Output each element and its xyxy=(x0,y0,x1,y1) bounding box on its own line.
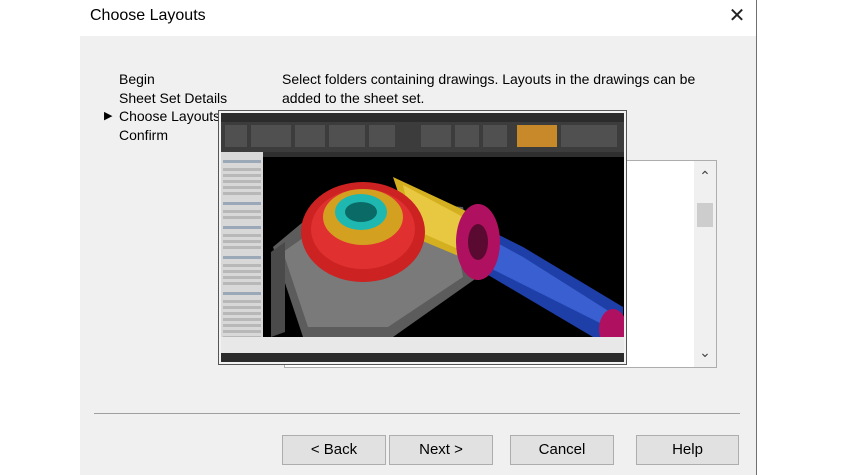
scroll-up-icon[interactable]: ⌃ xyxy=(694,165,716,187)
dialog-title: Choose Layouts xyxy=(90,7,206,24)
next-button[interactable]: Next > xyxy=(389,435,493,465)
cad-status-bar xyxy=(221,353,624,362)
step-label: Begin xyxy=(119,71,155,87)
wizard-steps: Begin Sheet Set Details ▶ Choose Layouts… xyxy=(104,70,227,144)
close-icon[interactable]: ✕ xyxy=(722,3,752,29)
instructions-text: Select folders containing drawings. Layo… xyxy=(282,71,696,106)
help-button[interactable]: Help xyxy=(636,435,739,465)
cad-screenshot-overlay xyxy=(219,111,626,364)
vertical-scrollbar[interactable]: ⌃ ⌄ xyxy=(694,161,716,367)
cad-title-bar xyxy=(221,113,624,122)
title-bar: Choose Layouts ✕ xyxy=(80,0,756,36)
cancel-button[interactable]: Cancel xyxy=(510,435,614,465)
step-begin: Begin xyxy=(104,70,227,89)
separator xyxy=(94,413,740,414)
scroll-down-icon[interactable]: ⌄ xyxy=(694,341,716,363)
back-button[interactable]: < Back xyxy=(282,435,386,465)
cad-3d-viewport xyxy=(263,157,624,337)
step-label: Choose Layouts xyxy=(119,108,221,124)
step-confirm: Confirm xyxy=(104,126,227,145)
cad-ribbon xyxy=(221,122,624,152)
background-right xyxy=(757,0,845,475)
cad-command-line xyxy=(221,337,624,353)
step-label: Sheet Set Details xyxy=(119,89,228,106)
current-step-arrow-icon: ▶ xyxy=(104,110,113,122)
scroll-thumb[interactable] xyxy=(697,203,713,227)
background-left xyxy=(0,0,80,475)
step-choose-layouts: ▶ Choose Layouts xyxy=(104,107,227,126)
cad-properties-palette xyxy=(221,152,263,345)
gear-assembly-icon xyxy=(271,177,624,337)
step-sheet-set-details: Sheet Set Details xyxy=(104,89,227,108)
step-label: Confirm xyxy=(119,126,169,143)
